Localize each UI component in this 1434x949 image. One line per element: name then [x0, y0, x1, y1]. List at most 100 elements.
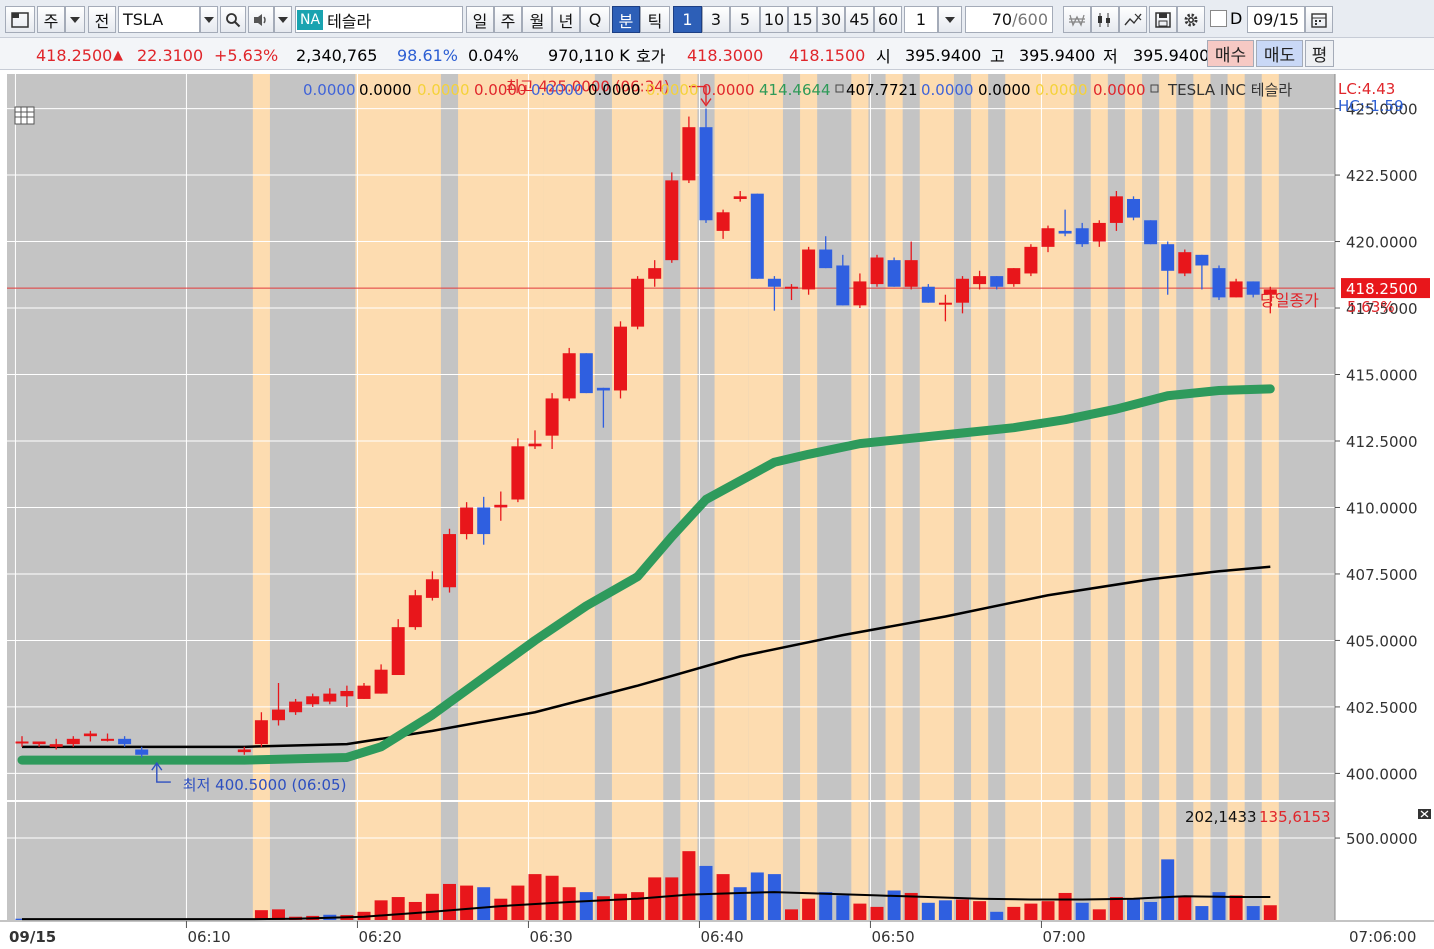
candle	[391, 619, 405, 676]
mode-select[interactable]: 주	[37, 6, 65, 33]
session-band	[355, 74, 441, 920]
interval-dropdown-arrow[interactable]	[938, 6, 962, 33]
sell-button[interactable]: 매도	[1256, 40, 1303, 67]
session-band	[1090, 74, 1108, 920]
interval-button-1[interactable]: 1	[673, 6, 702, 33]
interval-button-15[interactable]: 15	[788, 6, 817, 33]
period-month-button[interactable]: 월	[522, 6, 552, 33]
time-tick-label: 07:00	[1042, 928, 1085, 946]
panel-separator	[7, 800, 1335, 802]
volume-bar	[1092, 909, 1106, 920]
volume-bar	[785, 909, 798, 920]
hc-value: HC:-1.59	[1338, 97, 1404, 115]
candle-body	[66, 738, 80, 745]
volume-bar	[579, 892, 593, 920]
volume-bar	[460, 885, 474, 920]
stock-name-field[interactable]: NA 테슬라	[295, 6, 463, 33]
chart-canvas[interactable]: 425.0000422.5000420.0000417.5000415.0000…	[0, 72, 1434, 949]
currency-button[interactable]	[1063, 6, 1091, 33]
legend-value: 0.0000	[303, 81, 356, 99]
interval-button-45[interactable]: 45	[845, 6, 874, 33]
bar-count-total: /600	[1012, 10, 1048, 29]
bar-count-field[interactable]: 70/600	[965, 6, 1053, 33]
candle-body	[1024, 246, 1038, 274]
legend-value: 0.0000	[921, 81, 974, 99]
period-day-button[interactable]: 일	[466, 6, 494, 33]
legend-value: 0.0000	[359, 81, 412, 99]
volume-bar	[921, 902, 935, 920]
trendline-button[interactable]	[1119, 6, 1147, 33]
panel-grid-icon[interactable]	[14, 106, 35, 125]
volume-bar	[767, 874, 781, 920]
volume-bar	[631, 892, 645, 920]
price-chart[interactable]: 425.0000 422.5000 420.0000 417.5000 415.0000…	[0, 72, 1434, 949]
chevron-down-icon	[945, 16, 955, 23]
candle-body	[665, 180, 679, 261]
speaker-button[interactable]	[248, 6, 274, 33]
volume-close-icon[interactable]	[1418, 809, 1431, 819]
volume-bar	[443, 883, 456, 920]
legend-value: 0.0000	[531, 81, 584, 99]
interval-button-30[interactable]: 30	[817, 6, 845, 33]
search-button[interactable]	[220, 6, 246, 33]
time-tick-label: 06:20	[358, 928, 401, 946]
candle-body	[1127, 198, 1140, 218]
volume-bar	[853, 903, 867, 920]
chart-title: TESLA INC 테슬라	[1167, 81, 1292, 99]
legend-value: 0.0000	[646, 81, 699, 99]
volume-bar	[802, 898, 816, 920]
period-year-button[interactable]: 년	[552, 6, 580, 33]
price-axis: 425.0000422.5000420.0000417.5000415.0000…	[1334, 74, 1418, 920]
interval-button-3[interactable]: 3	[702, 6, 730, 33]
candle-body	[596, 387, 610, 391]
interval-input[interactable]: 1	[904, 6, 938, 33]
volume-bar	[477, 887, 491, 920]
date-checkbox[interactable]	[1210, 10, 1227, 27]
low-price: 395.9400	[1133, 45, 1210, 65]
candle-body	[272, 709, 285, 721]
candle-body	[956, 278, 969, 303]
period-week-button[interactable]: 주	[494, 6, 522, 33]
date-input[interactable]: 09/15	[1247, 6, 1305, 33]
candle	[511, 438, 525, 503]
price-tick-label: 412.5000	[1346, 433, 1418, 451]
evaluate-button[interactable]: 평	[1305, 40, 1334, 67]
price-change: 22.3100	[137, 45, 204, 65]
volume-bar	[511, 885, 525, 920]
volume-bar	[1127, 898, 1140, 920]
time-axis: 09/15 06:10 06:20 06:30 06:40 06:50 07:00 07:06…	[0, 920, 1434, 946]
symbol-input[interactable]: TSLA	[118, 6, 200, 33]
legend-value: 0.0000	[588, 81, 641, 99]
settings-button[interactable]	[1177, 6, 1205, 33]
volume-bar	[614, 893, 627, 920]
candle	[579, 353, 593, 394]
buy-button[interactable]: 매수	[1207, 40, 1254, 67]
screen-layout-icon[interactable]	[5, 6, 35, 33]
mode-dropdown-arrow[interactable]	[65, 6, 85, 33]
candle-style-button[interactable]	[1091, 6, 1119, 33]
interval-button-60[interactable]: 60	[874, 6, 902, 33]
symbol-dropdown-arrow[interactable]	[200, 6, 218, 33]
save-icon	[1155, 11, 1171, 28]
price-tick-label: 402.5000	[1346, 699, 1418, 717]
interval-button-5[interactable]: 5	[730, 6, 760, 33]
volume-bar	[408, 901, 422, 920]
period-minute-button[interactable]: 분	[612, 6, 640, 33]
speaker-dropdown-arrow[interactable]	[274, 6, 292, 33]
turnover-rate: 0.04%	[468, 45, 519, 65]
price-change-pct: +5.63%	[214, 45, 279, 65]
save-button[interactable]	[1149, 6, 1177, 33]
candle	[750, 193, 764, 279]
interval-button-10[interactable]: 10	[760, 6, 788, 33]
period-tick-button[interactable]: 틱	[640, 6, 670, 33]
period-quarter-button[interactable]: Q	[580, 6, 610, 33]
candle-body	[921, 286, 935, 303]
prefix-button[interactable]: 전	[88, 6, 116, 33]
candle-body	[938, 302, 952, 305]
candle	[1229, 278, 1243, 298]
candle-body	[460, 507, 474, 535]
time-tick-label: 09/15	[9, 928, 56, 946]
calendar-button[interactable]	[1305, 6, 1333, 33]
candle	[631, 276, 645, 330]
session-band	[851, 74, 869, 920]
